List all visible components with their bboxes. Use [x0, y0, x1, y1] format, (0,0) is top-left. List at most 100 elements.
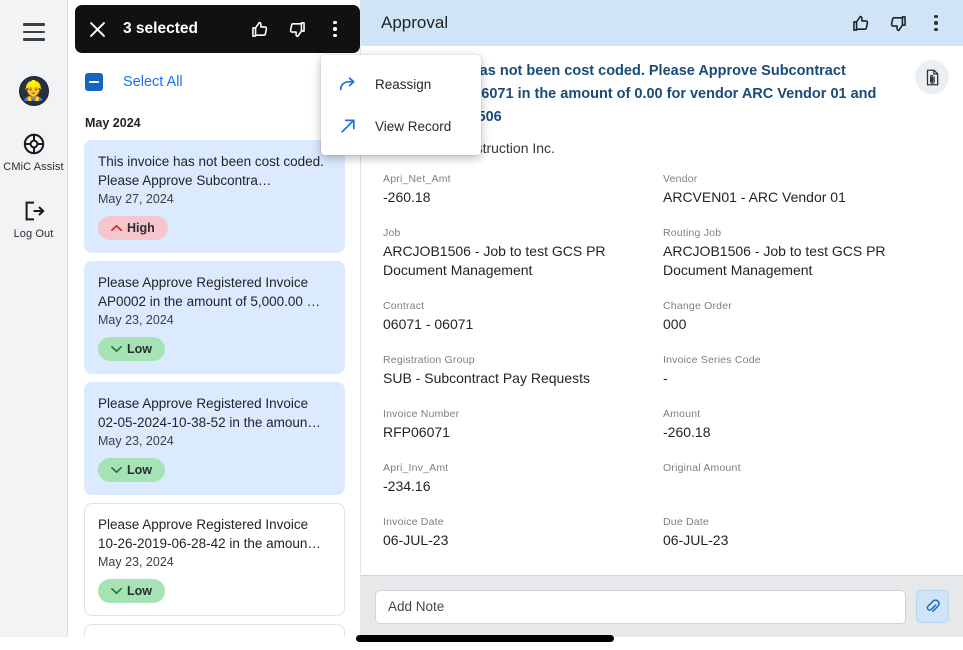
priority-badge: Low: [98, 337, 165, 361]
detail-reject-button[interactable]: [879, 0, 917, 46]
page-title: Approval: [381, 13, 449, 32]
horizontal-scrollbar-thumb[interactable]: [356, 635, 614, 642]
field-label: Apri_Inv_Amt: [383, 462, 449, 474]
field-label: Invoice Series Code: [663, 354, 761, 366]
field-original-amount: Original Amount: [663, 462, 943, 496]
field-value: 06-JUL-23: [383, 532, 449, 548]
field-label: Original Amount: [663, 462, 741, 474]
select-all-label[interactable]: Select All: [123, 74, 183, 90]
note-attach-button[interactable]: [916, 590, 949, 623]
selection-overflow-button[interactable]: [316, 5, 354, 53]
hamburger-menu-icon[interactable]: [15, 15, 53, 49]
field-vendor: Vendor ARCVEN01 - ARC Vendor 01: [663, 173, 943, 207]
list-item-text: Please Approve Registered Invoice AP0002…: [98, 275, 321, 309]
menu-item-reassign[interactable]: Reassign: [321, 63, 481, 105]
list-item-date: May 23, 2024: [98, 313, 174, 327]
select-all-checkbox[interactable]: [85, 73, 103, 91]
field-invoice-date: Invoice Date 06-JUL-23: [383, 516, 663, 550]
thumbs-down-icon: [890, 15, 906, 31]
menu-item-label: View Record: [375, 118, 452, 134]
list-item[interactable]: Please Approve Registered Invoice AP0002…: [84, 261, 345, 374]
list-item[interactable]: This invoice has not been cost coded. Pl…: [84, 140, 345, 253]
thumbs-up-icon: [251, 21, 267, 37]
sidebar-item-label: CMiC Assist: [3, 161, 64, 173]
field-value: 06071 - 06071: [383, 316, 474, 332]
field-value: ARCJOB1506 - Job to test GCS PR Document…: [663, 243, 886, 278]
menu-item-view-record[interactable]: View Record: [321, 105, 481, 147]
priority-label: Low: [127, 463, 152, 477]
close-icon: [89, 21, 105, 37]
field-job: Job ARCJOB1506 - Job to test GCS PR Docu…: [383, 227, 663, 280]
field-value: -260.18: [383, 189, 431, 205]
field-label: Apri_Net_Amt: [383, 173, 451, 185]
attachments-button[interactable]: [915, 60, 949, 94]
avatar[interactable]: 👷: [18, 76, 49, 106]
detail-header-actions: [841, 0, 955, 46]
list-item-date: May 23, 2024: [98, 555, 174, 569]
list-item-text: Please Approve Registered Invoice 02-05-…: [98, 396, 321, 430]
field-label: Contract: [383, 300, 425, 312]
field-label: Vendor: [663, 173, 698, 185]
sidebar-item-log-out[interactable]: Log Out: [0, 199, 68, 240]
reject-button[interactable]: [278, 5, 316, 53]
field-change-order: Change Order 000: [663, 300, 943, 334]
month-group-header: May 2024: [85, 116, 141, 130]
selection-action-bar: 3 selected: [75, 5, 360, 53]
close-selection-button[interactable]: [75, 5, 119, 53]
document-attachment-icon: [926, 69, 938, 85]
field-value: 06-JUL-23: [663, 532, 729, 548]
approval-card-list: This invoice has not been cost coded. Pl…: [68, 140, 360, 650]
open-external-icon: [337, 115, 359, 137]
field-value: -: [663, 370, 668, 386]
list-item[interactable]: Please Approve Registered Invoice 02-05-…: [84, 382, 345, 495]
note-input[interactable]: [375, 589, 906, 624]
lifebuoy-icon: [23, 133, 44, 155]
chevron-down-icon: [111, 587, 122, 595]
detail-overflow-button[interactable]: [917, 0, 955, 46]
detail-approve-button[interactable]: [841, 0, 879, 46]
chevron-down-icon: [111, 345, 122, 353]
field-value: -260.18: [663, 424, 711, 440]
sidebar-item-label: Log Out: [13, 228, 54, 240]
field-label: Job: [383, 227, 401, 239]
field-routing-job: Routing Job ARCJOB1506 - Job to test GCS…: [663, 227, 943, 280]
list-item[interactable]: Please Approve Registered Invoice 10-26-…: [84, 503, 345, 616]
list-item-date: May 27, 2024: [98, 192, 174, 206]
field-value: SUB - Subcontract Pay Requests: [383, 370, 590, 386]
field-label: Routing Job: [663, 227, 722, 239]
paperclip-icon: [926, 599, 940, 612]
menu-item-label: Reassign: [375, 76, 432, 92]
field-label: Amount: [663, 408, 701, 420]
field-label: Registration Group: [383, 354, 475, 366]
selection-actions: [240, 5, 360, 53]
thumbs-up-icon: [852, 15, 868, 31]
chevron-up-icon: [111, 224, 122, 232]
overflow-dropdown-menu: Reassign View Record: [321, 55, 481, 155]
field-due-date: Due Date 06-JUL-23: [663, 516, 943, 550]
priority-label: High: [127, 221, 155, 235]
app-root: 👷 CMiC Assist Log Out Select All May 202…: [0, 0, 963, 650]
field-value: [663, 477, 943, 496]
approve-button[interactable]: [240, 5, 278, 53]
detail-header: Approval: [361, 0, 963, 46]
priority-badge: Low: [98, 458, 165, 482]
add-note-bar: [361, 575, 963, 637]
list-item-date: May 23, 2024: [98, 434, 174, 448]
field-label: Due Date: [663, 516, 709, 528]
field-apri-net-amt: Apri_Net_Amt -260.18: [383, 173, 663, 207]
reassign-arrow-icon: [337, 73, 359, 95]
priority-label: Low: [127, 342, 152, 356]
field-amount: Amount -260.18: [663, 408, 943, 442]
field-label: Change Order: [663, 300, 732, 312]
select-all-row: Select All: [68, 62, 360, 102]
field-value: 000: [663, 316, 687, 332]
thumbs-down-icon: [289, 21, 305, 37]
sidebar-item-cmic-assist[interactable]: CMiC Assist: [0, 132, 68, 173]
field-value: RFP06071: [383, 424, 450, 440]
selected-count-label: 3 selected: [123, 20, 198, 37]
more-vertical-icon: [333, 20, 337, 38]
field-value: -234.16: [383, 478, 431, 494]
list-item-text: Please Approve Registered Invoice 10-26-…: [98, 517, 321, 551]
avatar-glyph: 👷: [21, 80, 46, 102]
field-apri-inv-amt: Apri_Inv_Amt -234.16: [383, 462, 663, 496]
